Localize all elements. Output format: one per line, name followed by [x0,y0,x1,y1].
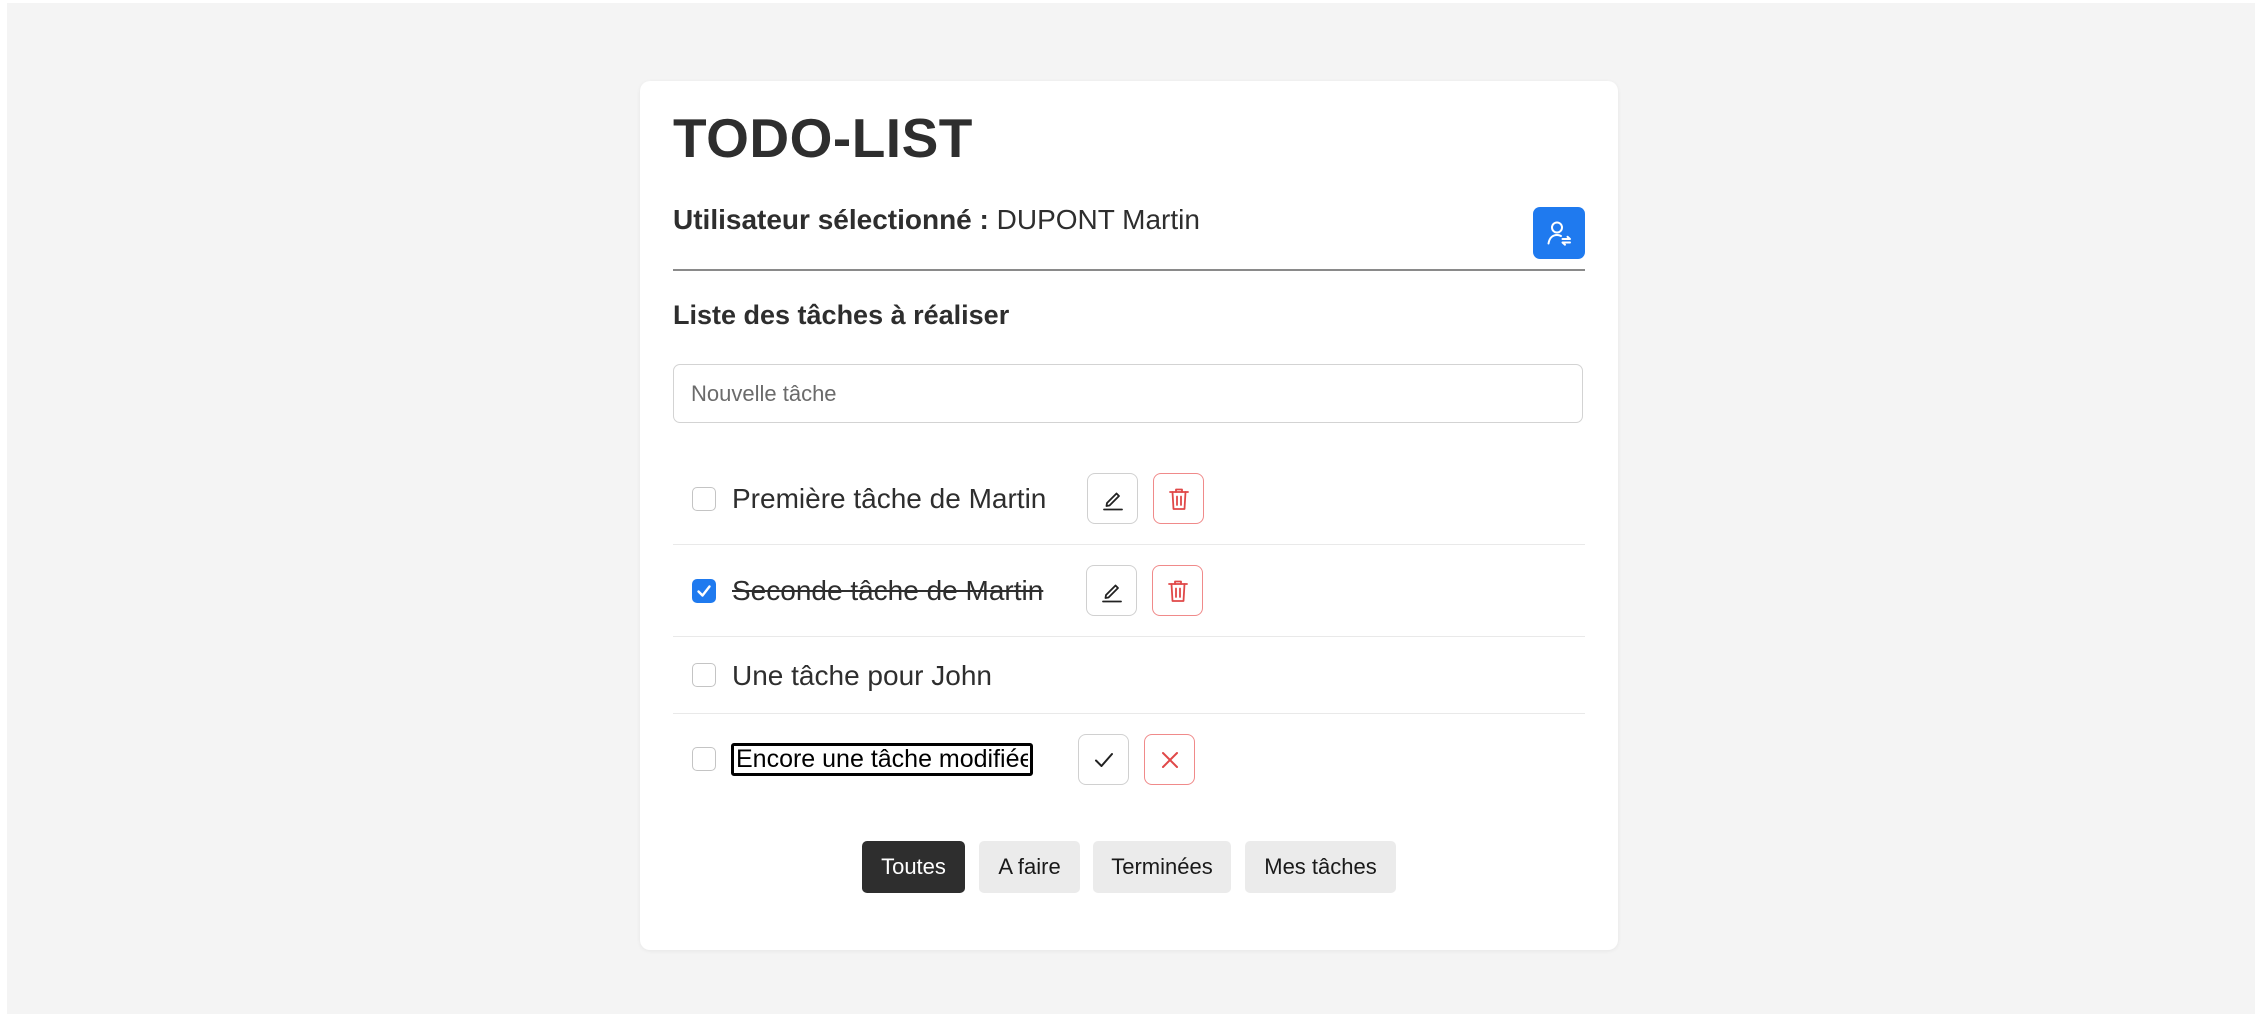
filter-done-button[interactable]: Terminées [1093,841,1231,893]
trash-icon [1168,488,1189,510]
todo-item: Première tâche de Martin [673,453,1585,545]
todo-item: Une tâche pour John [673,637,1585,714]
todo-card: TODO-LIST Utilisateur sélectionné : DUPO… [640,81,1618,950]
delete-task-button[interactable] [1152,565,1203,616]
selected-user-name: DUPONT Martin [996,204,1200,235]
filter-todo-button[interactable]: A faire [979,841,1080,893]
filter-my-tasks-button[interactable]: Mes tâches [1245,841,1396,893]
tasks-section-title: Liste des tâches à réaliser [673,300,1010,330]
user-switch-icon [1547,221,1571,246]
todo-item: Seconde tâche de Martin [673,545,1585,637]
todo-item [673,714,1585,806]
todo-checkbox[interactable] [692,579,716,603]
todo-checkbox[interactable] [692,663,716,687]
delete-task-button[interactable] [1153,473,1204,524]
save-edit-button[interactable] [1078,734,1129,785]
selected-user: Utilisateur sélectionné : DUPONT Martin [673,206,1200,234]
new-task-input[interactable] [673,364,1583,423]
edit-icon [1102,492,1123,510]
checkmark-icon [697,585,711,597]
todo-checkbox[interactable] [692,487,716,511]
todo-label: Première tâche de Martin [732,483,1047,514]
header-divider [673,269,1585,271]
check-icon [1094,752,1113,767]
selected-user-label: Utilisateur sélectionné : [673,204,989,235]
edit-icon [1101,584,1122,602]
cancel-edit-button[interactable] [1144,734,1195,785]
close-icon [1161,751,1178,768]
trash-icon [1167,580,1188,602]
edit-task-button[interactable] [1087,473,1138,524]
edit-task-button[interactable] [1086,565,1137,616]
edit-task-input[interactable] [731,743,1033,776]
todo-label: Une tâche pour John [732,660,992,691]
todo-label: Seconde tâche de Martin [732,575,1044,606]
switch-user-button[interactable] [1533,207,1585,259]
filter-all-button[interactable]: Toutes [862,841,965,893]
todo-list: Première tâche de Martin Seconde tâche d… [673,453,1585,806]
todo-checkbox[interactable] [692,747,716,771]
page-title: TODO-LIST [673,107,973,169]
